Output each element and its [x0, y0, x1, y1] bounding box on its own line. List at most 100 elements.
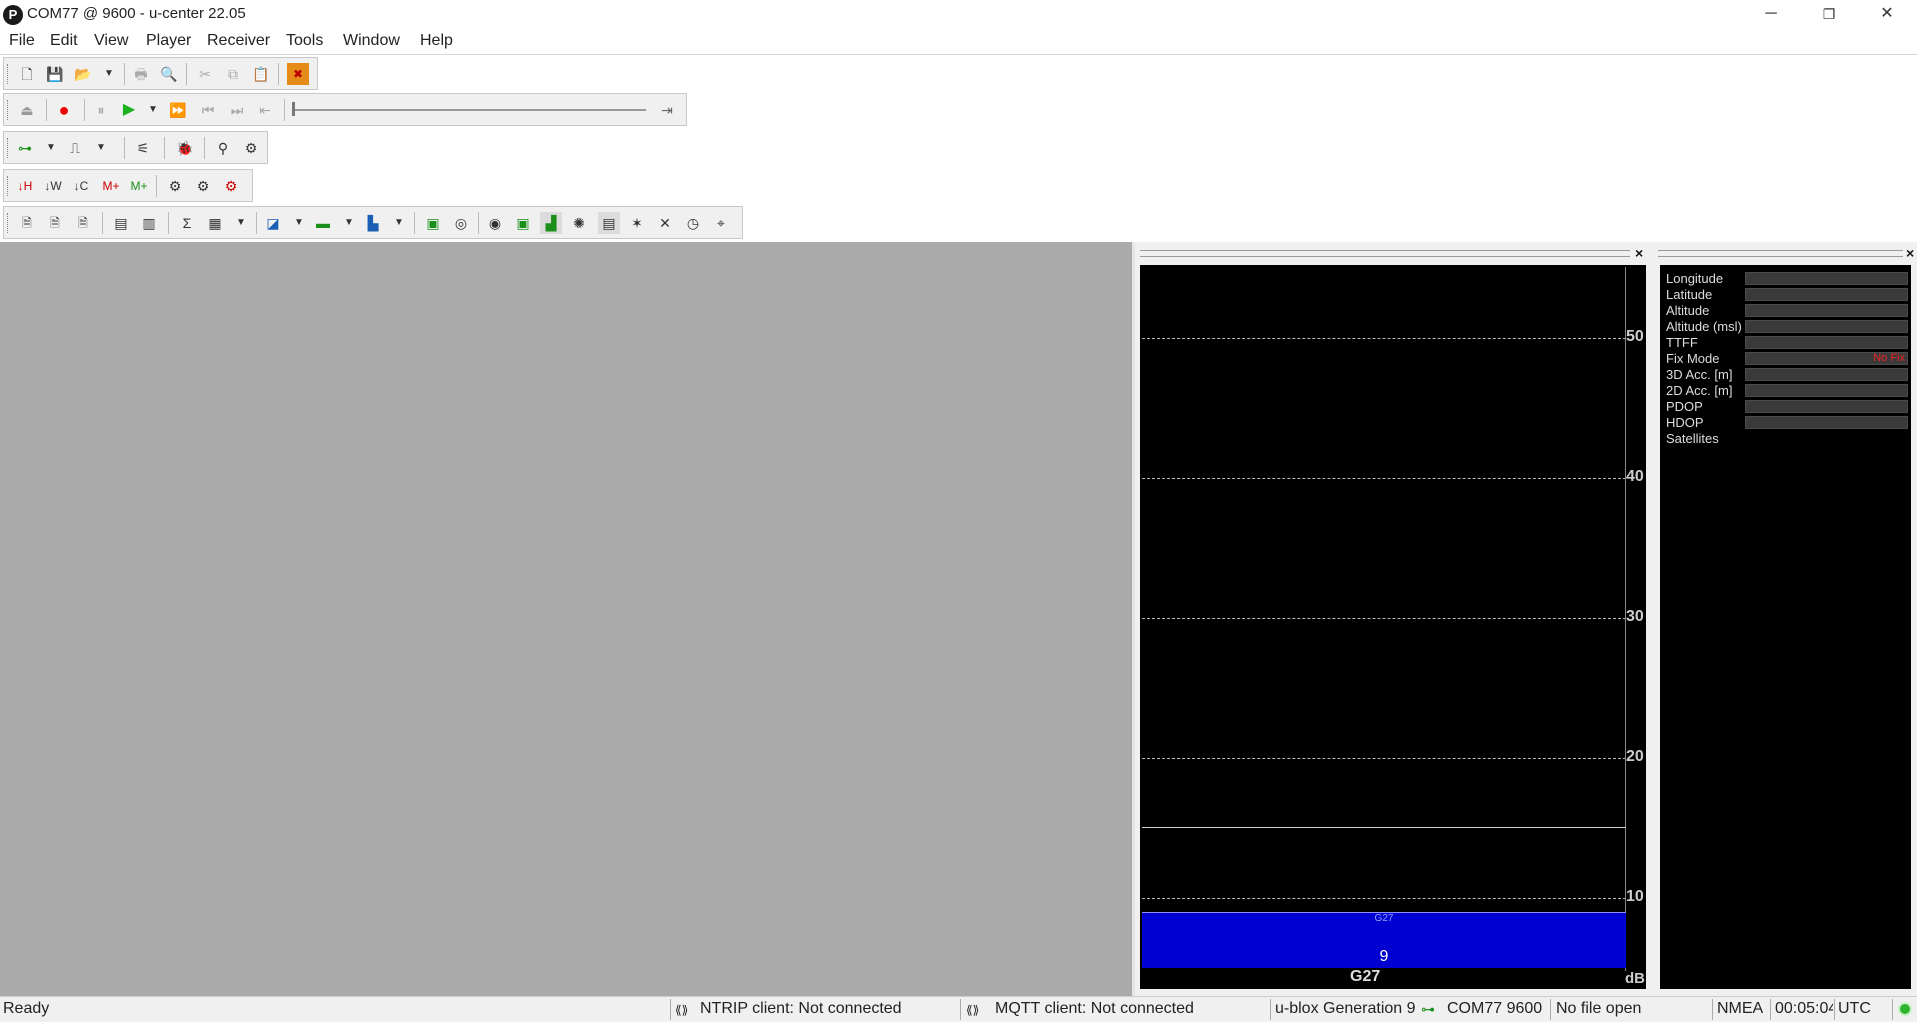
info-label: Altitude [1666, 303, 1710, 318]
text-console-icon[interactable]: 🗎 [16, 212, 38, 234]
pause-icon[interactable]: ⏸ [90, 99, 112, 121]
packet-console-icon[interactable]: 🗎 [72, 212, 94, 234]
warm-start-icon[interactable]: ↓W [42, 175, 64, 197]
config-gear-red-icon[interactable]: ⚙ [220, 175, 242, 197]
camera-view-icon[interactable]: ▣ [512, 212, 534, 234]
map-view-icon[interactable]: ▣ [422, 212, 444, 234]
configure-view-icon[interactable]: ▥ [138, 212, 160, 234]
connection-toolbar: ⊶ ▼ ⎍ ▼ ⚟ 🐞 ⚲ ⚙ [3, 131, 268, 164]
info-value [1745, 400, 1908, 413]
config-gear-icon[interactable]: ⚙ [164, 175, 186, 197]
step-forward-icon[interactable]: ⏭ [226, 99, 248, 121]
binary-console-icon[interactable]: 🗎 [44, 212, 66, 234]
panel-grip[interactable] [1140, 250, 1630, 257]
mdi-workspace[interactable] [0, 242, 1132, 996]
open-icon[interactable]: 📂 [72, 63, 94, 85]
compass-icon[interactable]: ✶ [626, 212, 648, 234]
toolbar-grip[interactable] [7, 138, 9, 158]
histogram-dropdown-icon[interactable]: ▼ [338, 212, 360, 234]
status-ntrip[interactable]: NTRIP client: Not connected [700, 1000, 902, 1018]
menu-file[interactable]: File [9, 32, 35, 50]
grid-line-50 [1142, 338, 1626, 339]
toolbar-grip[interactable] [7, 100, 9, 120]
menu-view[interactable]: View [94, 32, 128, 50]
chart-dropdown-icon[interactable]: ▼ [288, 212, 310, 234]
rewind-icon[interactable]: ⇤ [254, 99, 276, 121]
separator [1712, 999, 1713, 1020]
message-add-icon[interactable]: M+ [100, 175, 122, 197]
eject-icon[interactable]: ⏏ [16, 99, 38, 121]
signal-dropdown-icon[interactable]: ▼ [388, 212, 410, 234]
deviation-map-icon[interactable]: ◎ [450, 212, 472, 234]
toolbar-grip[interactable] [7, 176, 9, 196]
config-gear-yellow-icon[interactable]: ⚙ [192, 175, 214, 197]
messages-view-icon[interactable]: ▤ [110, 212, 132, 234]
message-enable-icon[interactable]: M+ [128, 175, 150, 197]
autobaud-wand-icon[interactable]: ⚟ [132, 137, 154, 159]
receiver-connect-icon[interactable]: ⚲ [212, 137, 234, 159]
clock-icon[interactable]: ◷ [682, 212, 704, 234]
playback-slider-handle[interactable] [292, 102, 295, 116]
menu-edit[interactable]: Edit [50, 32, 78, 50]
fast-forward-icon[interactable]: ⏩ [167, 99, 189, 121]
status-bar: Ready ⟪⟫ NTRIP client: Not connected ⟪⟫ … [0, 996, 1917, 1022]
file-toolbar: 🗋 💾 📂 ▼ 🖶 🔍 ✂ ⧉ 📋 ✖ [3, 57, 318, 90]
satellite-icon[interactable]: ✺ [568, 212, 590, 234]
new-file-icon[interactable]: 🗋 [16, 63, 38, 85]
menu-player[interactable]: Player [146, 32, 191, 50]
record-icon[interactable]: ● [53, 99, 75, 121]
minimize-button[interactable]: ─ [1742, 0, 1800, 30]
info-value [1745, 288, 1908, 301]
info-value [1745, 368, 1908, 381]
hot-start-icon[interactable]: ↓H [14, 175, 36, 197]
status-timezone: UTC [1838, 1000, 1871, 1017]
copy-icon[interactable]: ⧉ [222, 63, 244, 85]
paste-icon[interactable]: 📋 [250, 63, 272, 85]
jump-to-end-icon[interactable]: ⇥ [656, 99, 678, 121]
step-back-icon[interactable]: ⏮ [197, 99, 219, 121]
play-dropdown-icon[interactable]: ▼ [142, 99, 164, 121]
signal-strength-icon[interactable]: ▟ [540, 212, 562, 234]
play-icon[interactable]: ▶ [118, 99, 140, 121]
reset-toolbar: ↓H ↓W ↓C M+ M+ ⚙ ⚙ ⚙ [3, 169, 253, 202]
statistic-view-icon[interactable]: Σ [176, 212, 198, 234]
histogram-view-icon[interactable]: ▬ [312, 212, 334, 234]
table-view-icon[interactable]: ▦ [204, 212, 226, 234]
print-preview-icon[interactable]: 🔍 [158, 63, 180, 85]
restore-button[interactable]: ❐ [1800, 0, 1858, 30]
sky-view-icon[interactable]: ◉ [484, 212, 506, 234]
playback-slider[interactable] [294, 109, 646, 111]
toolbar-grip[interactable] [7, 64, 9, 84]
y-tick-label: 40 [1626, 468, 1644, 485]
gauge-icon[interactable]: ⌖ [710, 212, 732, 234]
open-dropdown-icon[interactable]: ▼ [98, 63, 120, 85]
connection-dropdown-icon[interactable]: ▼ [40, 137, 62, 159]
baudrate-icon[interactable]: ⎍ [64, 137, 86, 159]
menu-window[interactable]: Window [343, 32, 400, 50]
menu-tools[interactable]: Tools [286, 32, 323, 50]
table-dropdown-icon[interactable]: ▼ [230, 212, 252, 234]
firmware-update-icon[interactable]: ✖ [287, 63, 309, 85]
panel-close-icon[interactable]: × [1635, 245, 1643, 261]
signal-view-icon[interactable]: ▙ [362, 212, 384, 234]
close-button[interactable]: ✕ [1858, 0, 1916, 30]
altimeter-icon[interactable]: ✕ [654, 212, 676, 234]
menu-receiver[interactable]: Receiver [207, 32, 270, 50]
cut-icon[interactable]: ✂ [194, 63, 216, 85]
baudrate-dropdown-icon[interactable]: ▼ [90, 137, 112, 159]
menu-help[interactable]: Help [420, 32, 453, 50]
status-mqtt[interactable]: MQTT client: Not connected [995, 1000, 1194, 1018]
connection-icon[interactable]: ⊶ [14, 137, 36, 159]
panel-grip[interactable] [1658, 250, 1903, 257]
debug-bug-icon[interactable]: 🐞 [174, 137, 196, 159]
data-view-icon[interactable]: ▤ [598, 212, 620, 234]
print-icon[interactable]: 🖶 [130, 63, 152, 85]
settings-sliders-icon[interactable]: ⚙ [240, 137, 262, 159]
panel-close-icon[interactable]: × [1906, 245, 1914, 261]
info-label: Fix Mode [1666, 351, 1720, 366]
chart-view-icon[interactable]: ◪ [262, 212, 284, 234]
cold-start-icon[interactable]: ↓C [70, 175, 92, 197]
toolbar-grip[interactable] [7, 213, 9, 233]
title-bar: P COM77 @ 9600 - u-center 22.05 ─ ❐ ✕ [0, 0, 1917, 30]
save-icon[interactable]: 💾 [44, 63, 66, 85]
